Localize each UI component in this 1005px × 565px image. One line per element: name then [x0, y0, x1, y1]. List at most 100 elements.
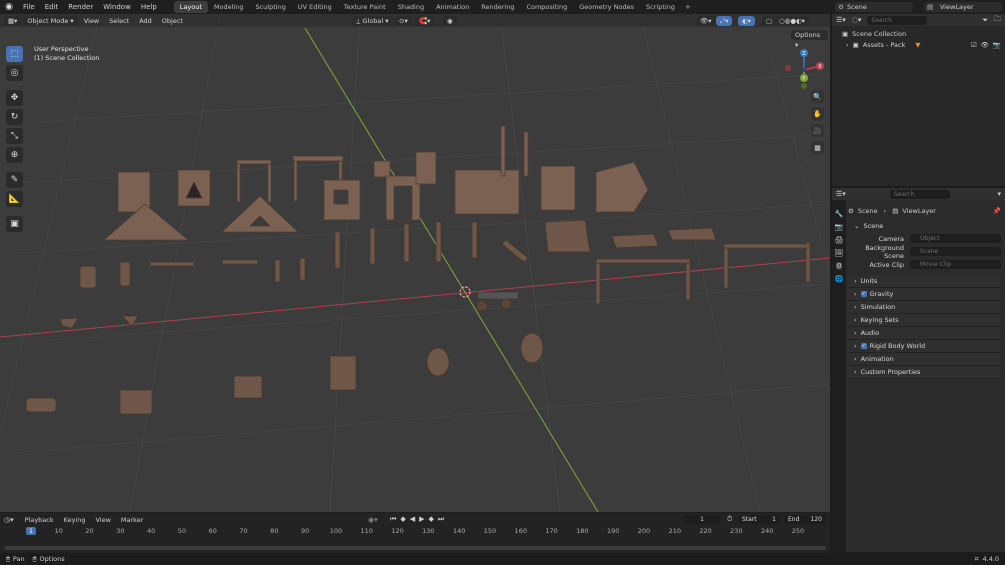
3d-viewport[interactable]: User Perspective (1) Scene Collection ⬚ … [0, 14, 830, 512]
workspace-tab[interactable]: Compositing [520, 1, 573, 13]
visibility-icon[interactable]: 👁▾ [696, 15, 716, 26]
property-field[interactable]: Movie Clip [910, 260, 1001, 269]
cursor-icon[interactable]: ◎ [6, 65, 23, 81]
eye-icon[interactable]: 👁 [981, 41, 989, 49]
timeline-scrollbar[interactable] [4, 546, 826, 550]
include-checkbox-icon[interactable]: ☑ [971, 41, 977, 49]
jump-start-icon[interactable]: ⏮ [390, 515, 396, 524]
start-frame-field[interactable]: Start 1 [738, 515, 780, 524]
workspace-tab[interactable]: Scripting [640, 1, 681, 13]
workspace-tab[interactable]: UV Editing [292, 1, 338, 13]
workspace-tab[interactable]: Geometry Nodes [573, 1, 640, 13]
jump-end-icon[interactable]: ⏭ [438, 515, 444, 524]
display-mode-icon[interactable]: ◌▾ [852, 16, 862, 24]
timeline-menu-item[interactable]: Keying [59, 516, 91, 524]
menu-item[interactable]: Edit [40, 3, 64, 11]
menu-item[interactable]: Help [136, 3, 162, 11]
next-keyframe-icon[interactable]: ◆ [428, 515, 433, 524]
orientation-selector[interactable]: ⟂ Global ▾ [352, 15, 393, 26]
expand-arrow-icon[interactable]: › [846, 41, 849, 49]
annotate-icon[interactable]: ✎ [6, 172, 23, 188]
rotate-icon[interactable]: ↻ [6, 109, 23, 125]
blender-logo-icon[interactable]: ◉ [0, 2, 18, 12]
workspace-tab[interactable]: Texture Paint [338, 1, 392, 13]
camera-icon[interactable]: 📷 [993, 41, 1001, 49]
scene-selector[interactable]: ⚙ Scene [835, 2, 913, 12]
zoom-icon[interactable]: 🔍 [811, 90, 824, 103]
camera-view-icon[interactable]: 🎥 [811, 124, 824, 137]
scene-tab-icon[interactable]: ⚙ [835, 262, 843, 270]
viewport-menu-item[interactable]: Object [158, 16, 187, 26]
frame-ruler[interactable]: 1 10 20 30 40 50 60 70 80 90 100 110 120 130 140 150 160… [0, 527, 830, 537]
workspace-tab[interactable]: Shading [392, 1, 430, 13]
add-cube-icon[interactable]: ▣ [6, 216, 23, 232]
output-tab-icon[interactable]: 🖨 [835, 236, 844, 244]
play-icon[interactable]: ▶ [419, 515, 424, 524]
viewport-scene[interactable] [0, 14, 830, 512]
timeline-type-icon[interactable]: ◷▾ [4, 516, 14, 524]
add-workspace-icon[interactable]: + [681, 3, 695, 11]
property-panel[interactable]: › Custom Properties [848, 366, 1001, 379]
properties-search-input[interactable]: Search [889, 189, 950, 199]
select-box-icon[interactable]: ⬚ [6, 46, 23, 62]
world-tab-icon[interactable]: 🌐 [835, 275, 844, 283]
scrollbar-thumb[interactable] [4, 546, 826, 550]
workspace-tab[interactable]: Animation [430, 1, 475, 13]
workspace-tab[interactable]: Layout [173, 1, 208, 13]
property-field[interactable]: Object [910, 234, 1001, 243]
timeline-menu-item[interactable]: Playback [20, 516, 59, 524]
menu-item[interactable]: Render [63, 3, 98, 11]
snap-icon[interactable]: 🧲▾ [415, 15, 435, 26]
property-panel[interactable]: › Units [848, 275, 1001, 288]
menu-item[interactable]: File [18, 3, 40, 11]
workspace-tab[interactable]: Rendering [475, 1, 520, 13]
timeline-menu-item[interactable]: View [90, 516, 115, 524]
outliner-root[interactable]: ▣ Scene Collection [832, 28, 1005, 39]
viewport-menu-item[interactable]: Select [105, 16, 133, 26]
overlay-toggle-icon[interactable]: ◐▾ [738, 15, 755, 26]
gizmo-toggle-icon[interactable]: ⤢▾ [716, 15, 733, 26]
scene-panel-header[interactable]: ⌄ Scene [848, 219, 1001, 232]
outliner-item[interactable]: › ▣ Assets - Pack ▼ ☑ 👁 📷 [832, 39, 1005, 50]
panel-checkbox[interactable]: ✓ [860, 291, 867, 297]
new-collection-icon[interactable]: 🗀 [994, 15, 1001, 26]
pin-icon[interactable]: 📌 [993, 207, 1001, 215]
pivot-icon[interactable]: ⊙▾ [395, 15, 412, 26]
render-tab-icon[interactable]: 📷 [835, 223, 844, 231]
workspace-tab[interactable]: Modeling [208, 1, 250, 13]
viewport-menu-item[interactable]: View [80, 16, 103, 26]
editor-type-icon[interactable]: ▦▾ [4, 15, 22, 26]
end-frame-field[interactable]: End 120 [784, 515, 826, 524]
property-field[interactable]: Scene [910, 247, 1001, 256]
property-panel[interactable]: › ✓ Gravity [848, 288, 1001, 301]
view-layer-tab-icon[interactable]: 🖼 [835, 249, 844, 257]
move-icon[interactable]: ✥ [6, 90, 23, 106]
clock-icon[interactable]: ⏱ [727, 515, 732, 524]
pan-hand-icon[interactable]: ✋ [811, 107, 824, 120]
menu-item[interactable]: Window [98, 3, 136, 11]
navigation-gizmo[interactable]: Z X Y [782, 48, 826, 92]
prev-keyframe-icon[interactable]: ◆ [400, 515, 405, 524]
keyframe-icon[interactable]: ◉▾ [368, 516, 378, 524]
property-panel[interactable]: › Audio [848, 327, 1001, 340]
panel-checkbox[interactable]: ✓ [860, 343, 867, 349]
measure-icon[interactable]: 📐 [6, 191, 23, 207]
grid-view-icon[interactable]: ▦ [811, 141, 824, 154]
scale-icon[interactable]: ⤡ [6, 128, 23, 144]
timeline-menu-item[interactable]: Marker [116, 516, 148, 524]
outliner-search-input[interactable]: Search [867, 15, 928, 25]
play-reverse-icon[interactable]: ◀ [410, 515, 415, 524]
properties-type-icon[interactable]: ☰▾ [836, 190, 846, 198]
shading-modes[interactable]: ○◍●◐▾ [775, 15, 809, 26]
viewlayer-selector[interactable]: ▤ ViewLayer [924, 2, 1002, 12]
viewport-menu-item[interactable]: Add [135, 16, 156, 26]
workspace-tab[interactable]: Sculpting [249, 1, 291, 13]
options-button[interactable]: Options ▾ [791, 30, 828, 49]
property-panel[interactable]: › ✓ Rigid Body World [848, 340, 1001, 353]
property-panel[interactable]: › Animation [848, 353, 1001, 366]
outliner-type-icon[interactable]: ☰▾ [836, 16, 846, 24]
property-panel[interactable]: › Simulation [848, 301, 1001, 314]
tool-tab-icon[interactable]: 🔧 [835, 210, 844, 218]
filter-icon[interactable]: ⏷ [982, 16, 988, 25]
proportional-edit-icon[interactable]: ◉ [443, 15, 457, 26]
